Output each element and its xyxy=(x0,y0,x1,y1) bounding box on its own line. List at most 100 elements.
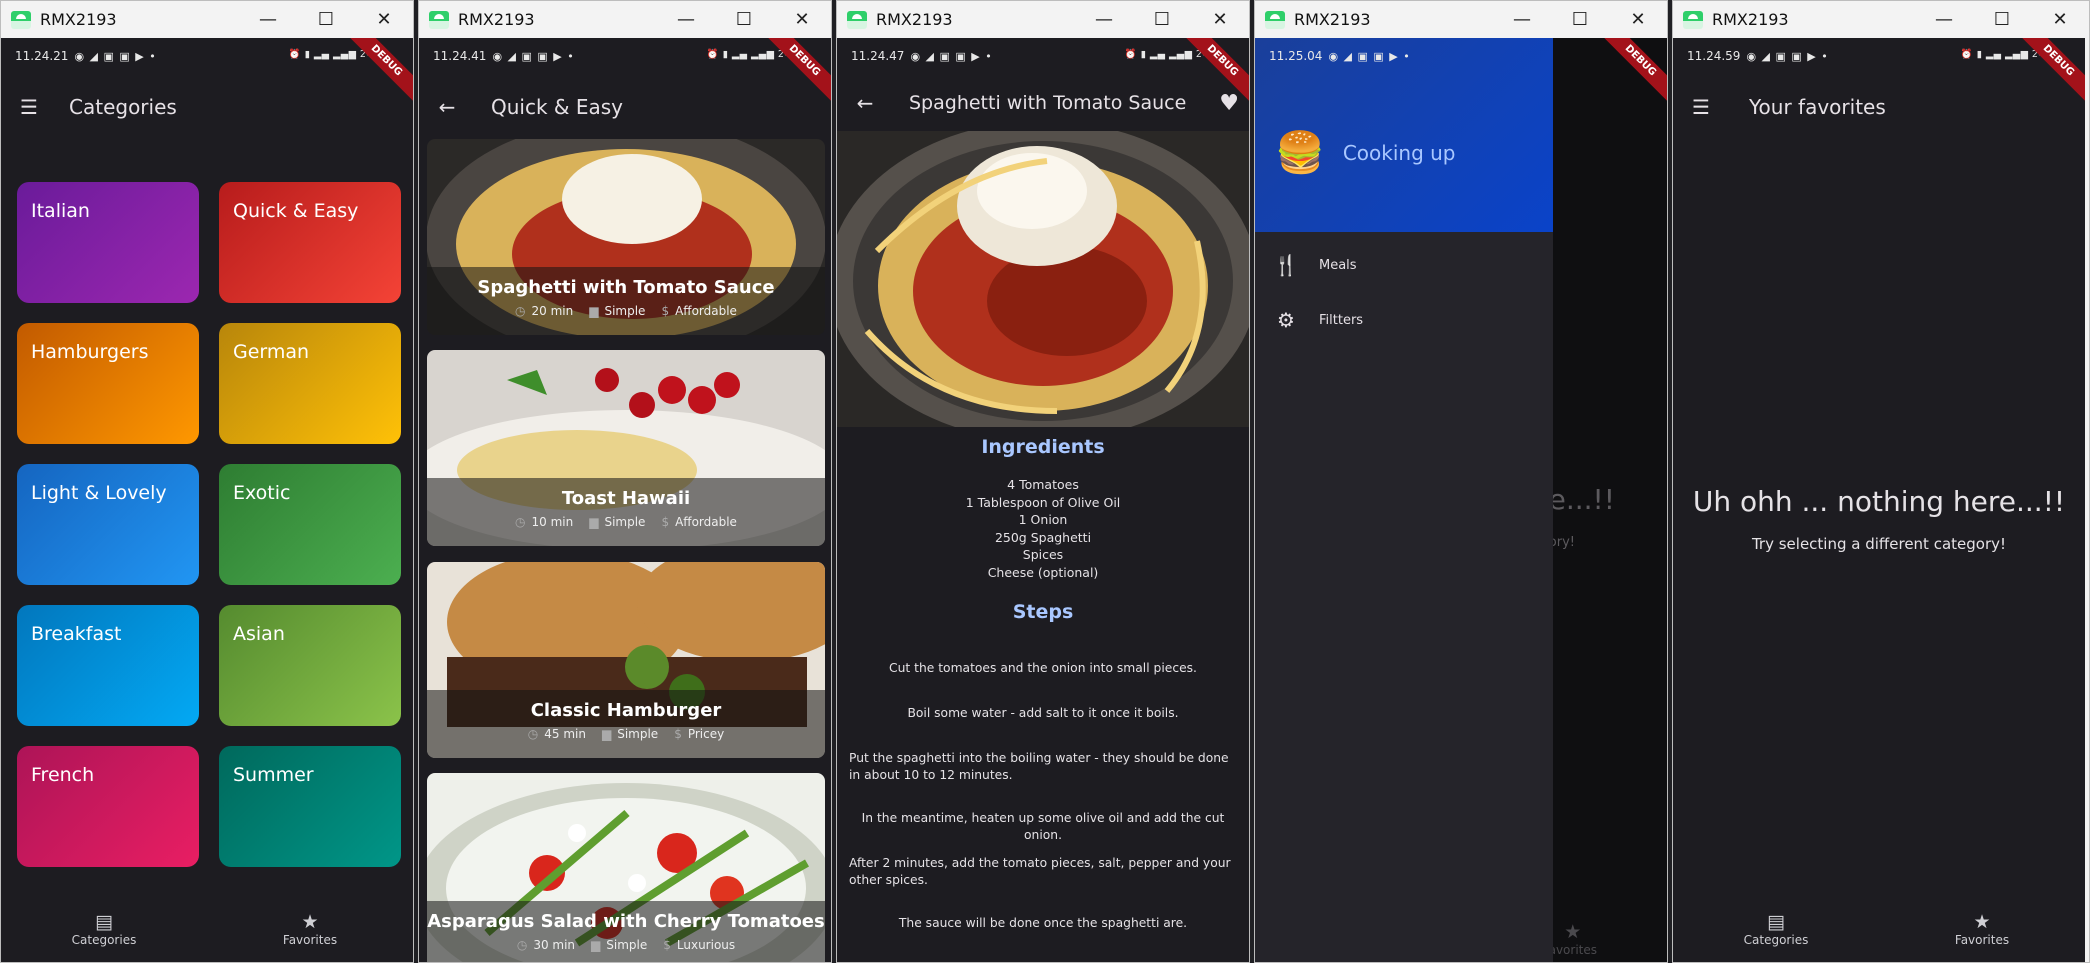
page-title: Quick & Easy xyxy=(491,95,624,119)
categories-icon: ▤ xyxy=(95,911,113,933)
dollar-icon: $ xyxy=(661,515,670,529)
close-icon[interactable]: ✕ xyxy=(1609,1,1667,38)
affordability-text: Affordable xyxy=(675,304,737,318)
minimize-icon[interactable]: — xyxy=(239,1,297,38)
app-bar: ☰ Your favorites xyxy=(1673,74,2085,140)
category-label: Summer xyxy=(233,764,314,786)
ingredient-item: Spices xyxy=(1022,547,1064,563)
minimize-icon[interactable]: — xyxy=(1915,1,1973,38)
complexity-text: Simple xyxy=(617,727,659,741)
category-tile[interactable]: Summer xyxy=(219,746,401,867)
step-item: The sauce will be done once the spaghett… xyxy=(898,916,1188,930)
meta-duration: ◷ 45 min xyxy=(528,727,586,741)
close-icon[interactable]: ✕ xyxy=(773,1,831,38)
clock-icon: ◷ xyxy=(515,515,526,529)
status-time: 11.24.41 xyxy=(433,49,487,63)
category-tile[interactable]: Breakfast xyxy=(17,605,199,726)
steps-heading: Steps xyxy=(1012,601,1074,623)
category-label: Exotic xyxy=(233,482,291,504)
meal-card[interactable]: Classic Hamburger ◷ 45 min ▆ Simple $ Pricey xyxy=(427,562,825,758)
nav-label: Categories xyxy=(1743,933,1809,947)
drawer-item-meals[interactable]: 🍴 Meals xyxy=(1273,253,1357,277)
minimize-icon[interactable]: — xyxy=(657,1,715,38)
window-titlebar[interactable]: RMX2193 — ☐ ✕ xyxy=(419,1,831,38)
duration-text: 30 min xyxy=(533,938,576,952)
app-bar: ← Spaghetti with Tomato Sauce ♥ xyxy=(837,74,1249,132)
status-time: 11.25.04 xyxy=(1269,49,1323,63)
close-icon[interactable]: ✕ xyxy=(1191,1,1249,38)
category-tile[interactable]: German xyxy=(219,323,401,444)
category-tile[interactable]: Light & Lovely xyxy=(17,464,199,585)
category-tile[interactable]: French xyxy=(17,746,199,867)
window-title: RMX2193 xyxy=(1712,10,1789,29)
meal-overlay: Spaghetti with Tomato Sauce ◷ 20 min ▆ Simpl… xyxy=(427,267,825,335)
close-icon[interactable]: ✕ xyxy=(2031,1,2089,38)
menu-icon[interactable]: ☰ xyxy=(1,95,57,119)
ingredient-item: 250g Spaghetti xyxy=(994,529,1092,545)
menu-icon[interactable]: ☰ xyxy=(1673,95,1729,119)
maximize-icon[interactable]: ☐ xyxy=(1973,1,2031,38)
affordability-text: Pricey xyxy=(687,727,725,741)
star-icon: ★ xyxy=(1973,911,1991,933)
minimize-icon[interactable]: — xyxy=(1493,1,1551,38)
category-tile[interactable]: Exotic xyxy=(219,464,401,585)
drawer-item-filters[interactable]: ⚙ Filtters xyxy=(1273,308,1363,332)
duration-text: 20 min xyxy=(531,304,574,318)
maximize-icon[interactable]: ☐ xyxy=(715,1,773,38)
behind-nav-favorites: ★ avorites xyxy=(1549,921,1597,957)
maximize-icon[interactable]: ☐ xyxy=(1133,1,1191,38)
system-status-icons: ⏰ ▮ ▂▄ ▂▄▆ 24 xyxy=(1124,49,1209,60)
notification-icons: ◉ ◢ ▣ ▣ ▶ • xyxy=(910,49,993,63)
window-meals: RMX2193 — ☐ ✕ 11.24.41 ◉ ◢ ▣ ▣ ▶ • ⏰ ▮ ▂… xyxy=(418,0,832,963)
empty-subtitle: Try selecting a different category! xyxy=(1751,535,2007,553)
window-meal-detail: RMX2193 — ☐ ✕ 11.24.47 ◉ ◢ ▣ ▣ ▶ • ⏰ ▮ ▂… xyxy=(836,0,1250,963)
meal-meta: ◷ 20 min ▆ Simple $ Affordable xyxy=(427,304,825,318)
window-titlebar[interactable]: RMX2193 — ☐ ✕ xyxy=(1673,1,2089,38)
back-arrow-icon[interactable]: ← xyxy=(419,95,475,119)
nav-categories[interactable]: ▤ Categories xyxy=(1,911,207,962)
app-bar: ← Quick & Easy xyxy=(419,74,831,140)
star-icon: ★ xyxy=(1564,921,1582,943)
meal-card[interactable]: Spaghetti with Tomato Sauce ◷ 20 min ▆ Simpl… xyxy=(427,139,825,335)
meal-card[interactable]: Toast Hawaii ◷ 10 min ▆ Simple $ Affordable xyxy=(427,350,825,546)
meta-affordability: $ Luxurious xyxy=(663,938,735,952)
nav-categories[interactable]: ▤ Categories xyxy=(1673,911,1879,962)
clock-icon: ◷ xyxy=(515,304,526,318)
category-tile[interactable]: Hamburgers xyxy=(17,323,199,444)
maximize-icon[interactable]: ☐ xyxy=(297,1,355,38)
category-label: French xyxy=(31,764,95,786)
nav-favorites[interactable]: ★ Favorites xyxy=(207,911,413,962)
bottom-nav: ▤ Categories ★ Favorites xyxy=(1,911,413,962)
categories-icon: ▤ xyxy=(1767,911,1785,933)
drawer-title: Cooking up xyxy=(1342,140,1456,165)
app-icon xyxy=(1265,10,1285,29)
status-time: 11.24.59 xyxy=(1687,49,1741,63)
minimize-icon[interactable]: — xyxy=(1075,1,1133,38)
step-item: After 2 minutes, add the tomato pieces, … xyxy=(849,856,1231,887)
app-icon xyxy=(429,10,449,29)
category-tile[interactable]: Quick & Easy xyxy=(219,182,401,303)
heart-icon[interactable]: ♥ xyxy=(1219,91,1239,116)
back-arrow-icon[interactable]: ← xyxy=(837,91,893,115)
page-title: Your favorites xyxy=(1749,95,1886,119)
category-tile[interactable]: Asian xyxy=(219,605,401,726)
window-titlebar[interactable]: RMX2193 — ☐ ✕ xyxy=(837,1,1249,38)
work-icon: ▆ xyxy=(589,515,599,529)
close-icon[interactable]: ✕ xyxy=(355,1,413,38)
empty-title: Uh ohh ... nothing here...!! xyxy=(1692,485,2066,518)
maximize-icon[interactable]: ☐ xyxy=(1551,1,1609,38)
window-categories: RMX2193 — ☐ ✕ 11.24.21 ◉ ◢ ▣ ▣ ▶ • ⏰ ▮ ▂… xyxy=(0,0,414,963)
status-bar: 11.24.47 ◉ ◢ ▣ ▣ ▶ • ⏰ ▮ ▂▄ ▂▄▆ 24 xyxy=(837,38,1249,74)
gear-icon: ⚙ xyxy=(1277,308,1295,332)
app-icon xyxy=(1683,10,1703,29)
screen: RMX2193 — ☐ ✕ 11.24.21 ◉ ◢ ▣ ▣ ▶ • ⏰ ▮ ▂… xyxy=(0,0,2090,963)
category-tile[interactable]: Italian xyxy=(17,182,199,303)
complexity-text: Simple xyxy=(604,304,646,318)
window-titlebar[interactable]: RMX2193 — ☐ ✕ xyxy=(1,1,413,38)
nav-favorites[interactable]: ★ Favorites xyxy=(1879,911,2085,962)
meal-card[interactable]: Asparagus Salad with Cherry Tomatoes ◷ 30 … xyxy=(427,773,825,962)
fastfood-icon: 🍔 xyxy=(1275,130,1325,176)
system-status-icons: ⏰ ▮ ▂▄ ▂▄▆ 24 xyxy=(706,49,791,60)
nav-label: Categories xyxy=(71,933,137,947)
window-titlebar[interactable]: RMX2193 — ☐ ✕ xyxy=(1255,1,1667,38)
